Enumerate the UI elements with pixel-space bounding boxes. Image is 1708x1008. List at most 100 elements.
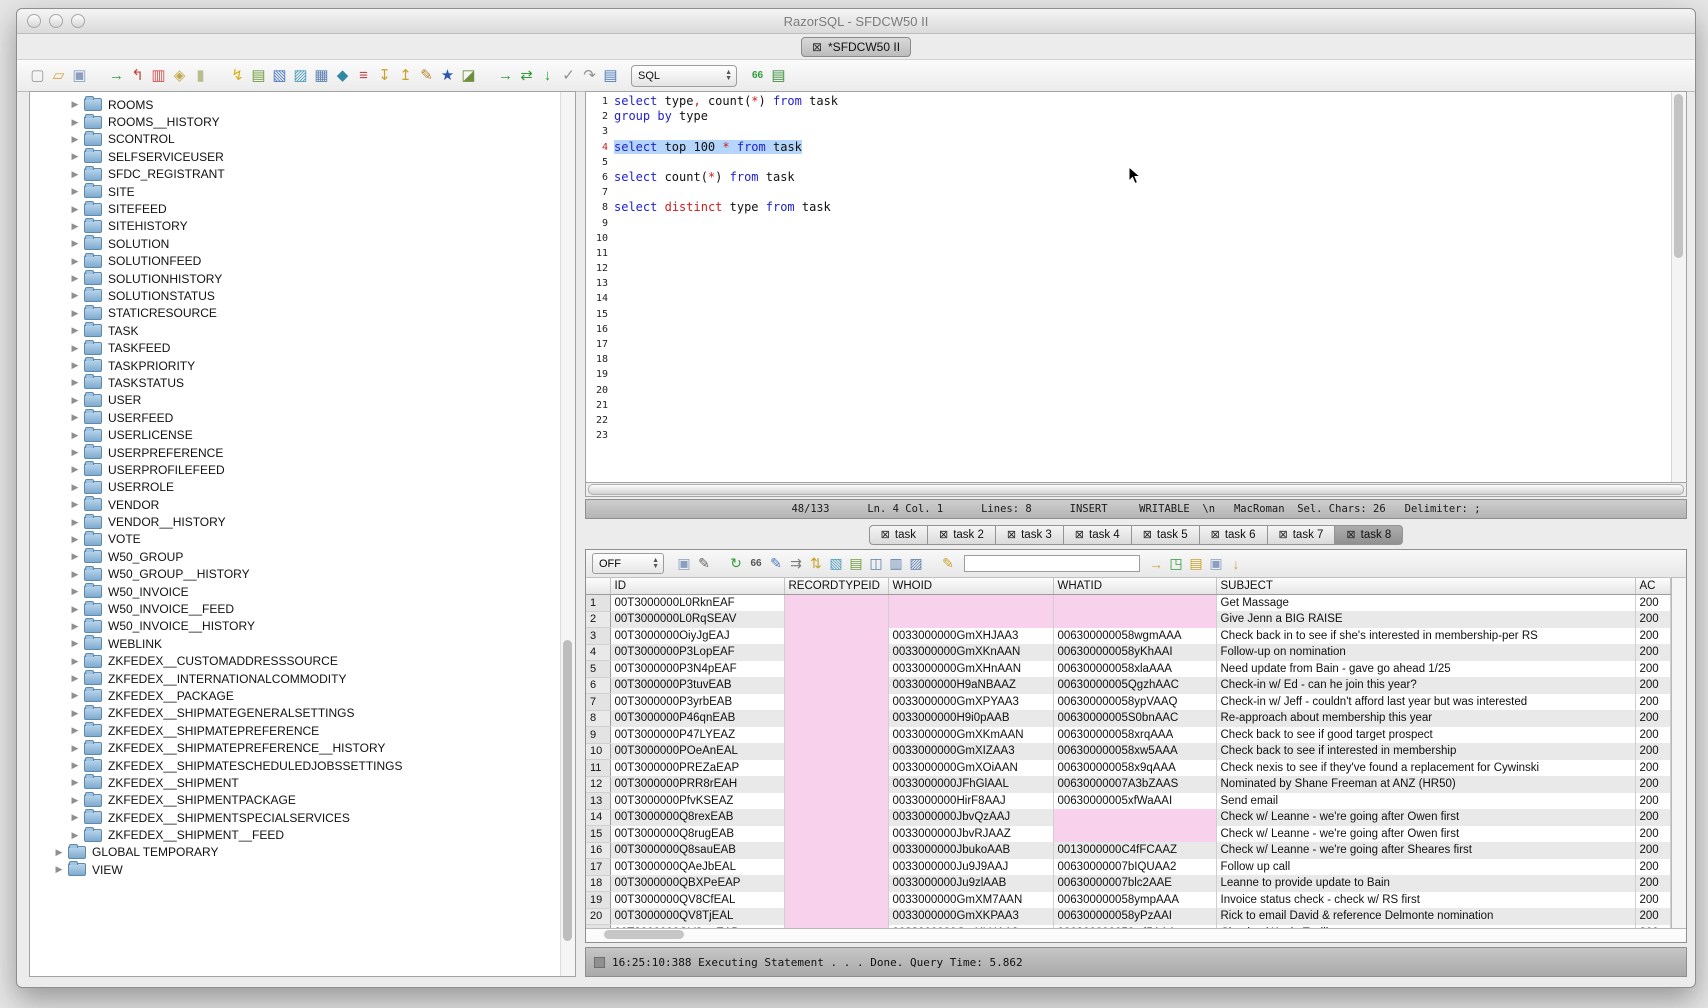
table-cell[interactable]: Re-approach about membership this year (1216, 710, 1635, 727)
tree-item-sitehistory[interactable]: ▶SITEHISTORY (30, 218, 575, 235)
refresh-results-icon[interactable]: ↻ (726, 554, 746, 574)
tree-item-vote[interactable]: ▶VOTE (30, 531, 575, 548)
save-results-icon[interactable]: ▣ (674, 554, 694, 574)
table-cell[interactable] (784, 859, 888, 876)
table-cell[interactable]: 00T3000000QAeJbEAL (610, 859, 784, 876)
editor-line[interactable]: 11 (586, 246, 1671, 261)
export-icon[interactable]: ↧ (374, 65, 395, 86)
table-row[interactable]: 2000T3000000QV8TjEAL0033000000GmXKPAA300… (586, 908, 1671, 925)
disclosure-triangle-icon[interactable]: ▶ (68, 308, 82, 319)
minimize-window-button[interactable] (49, 14, 63, 28)
table-row[interactable]: 100T3000000L0RknEAFGet Massage200 (586, 595, 1671, 612)
editor-line[interactable]: 18 (586, 352, 1671, 367)
disclosure-triangle-icon[interactable]: ▶ (68, 430, 82, 441)
statement-mode-select[interactable]: SQL ▲▼ (631, 65, 737, 87)
go-forward-icon[interactable]: → (495, 65, 516, 86)
disclosure-triangle-icon[interactable]: ▶ (68, 795, 82, 806)
tree-item-userrole[interactable]: ▶USERROLE (30, 479, 575, 496)
table-cell[interactable] (784, 760, 888, 777)
table-row[interactable]: 1600T3000000Q8sauEAB0033000000JbukoAAB00… (586, 842, 1671, 859)
table-row[interactable]: 1200T3000000PRR8rEAH0033000000JFhGlAAL00… (586, 776, 1671, 793)
editor-line[interactable]: 15 (586, 307, 1671, 322)
table-cell[interactable] (888, 595, 1053, 612)
table-cell[interactable]: 200 (1635, 892, 1671, 909)
table-cell[interactable]: 0033000000GmXPYAA3 (888, 694, 1053, 711)
document-icon[interactable]: ▤ (600, 65, 621, 86)
editor-line[interactable]: 19 (586, 367, 1671, 382)
table-cell[interactable]: 00630000007bIQUAA2 (1053, 859, 1216, 876)
disclosure-triangle-icon[interactable]: ▶ (52, 864, 66, 875)
table-cell[interactable]: Check back to see if good target prospec… (1216, 727, 1635, 744)
table-cell[interactable]: 0033000000GmXOiAAN (888, 760, 1053, 777)
table-cell[interactable]: 006300000058x9qAAA (1053, 760, 1216, 777)
disclosure-triangle-icon[interactable]: ▶ (68, 743, 82, 754)
table-cell[interactable]: 0033000000JbvQzAAJ (888, 809, 1053, 826)
table-cell[interactable]: 006300000058yPzAAI (1053, 908, 1216, 925)
book-icon[interactable]: ◆ (332, 65, 353, 86)
table-cell[interactable] (784, 677, 888, 694)
table-cell[interactable]: 0033000000JbvRJAAZ (888, 826, 1053, 843)
table-row[interactable]: 1100T3000000PREZaEAP0033000000GmXOiAAN00… (586, 760, 1671, 777)
result-tab-task-2[interactable]: ⊠task 2 (927, 525, 995, 545)
sql-editor[interactable]: 1select type, count(*) from task2group b… (585, 91, 1687, 483)
tree-item-vendor-history[interactable]: ▶VENDOR__HISTORY (30, 513, 575, 530)
go-down-icon[interactable]: ↓ (537, 65, 558, 86)
table-cell[interactable]: Check w/ Leanne - we're going after Shea… (1216, 842, 1635, 859)
tree-item-view[interactable]: ▶VIEW (30, 861, 575, 878)
table-cell[interactable]: Give Jenn a BIG RAISE (1216, 611, 1635, 628)
disclosure-triangle-icon[interactable]: ▶ (68, 151, 82, 162)
editor-line[interactable]: 21 (586, 398, 1671, 413)
tree-scrollbar[interactable] (560, 92, 575, 976)
disclosure-triangle-icon[interactable]: ▶ (68, 412, 82, 423)
close-tab-icon[interactable]: ⊠ (812, 40, 822, 54)
table-cell[interactable]: 200 (1635, 644, 1671, 661)
tree-item-zkfedex-shipmatescheduledjobssettings[interactable]: ▶ZKFEDEX__SHIPMATESCHEDULEDJOBSSETTINGS (30, 757, 575, 774)
table-cell[interactable]: Need update from Bain - gave go ahead 1/… (1216, 661, 1635, 678)
table-row[interactable]: 700T3000000P3yrbEAB0033000000GmXPYAA3006… (586, 694, 1671, 711)
tree-item-vendor[interactable]: ▶VENDOR (30, 496, 575, 513)
editor-line[interactable]: 9 (586, 216, 1671, 231)
column-header-whoid[interactable]: WHOID (888, 578, 1053, 595)
result-tab-task[interactable]: ⊠task (869, 525, 927, 545)
table-row[interactable]: 600T3000000P3tuvEAB0033000000H9aNBAAZ006… (586, 677, 1671, 694)
table-cell[interactable] (784, 694, 888, 711)
tree-item-w50-invoice-history[interactable]: ▶W50_INVOICE__HISTORY (30, 618, 575, 635)
editor-line[interactable]: 2group by type (586, 109, 1671, 124)
disclosure-triangle-icon[interactable]: ▶ (68, 238, 82, 249)
disclosure-triangle-icon[interactable]: ▶ (68, 586, 82, 597)
editor-hscrollbar-thumb[interactable] (588, 484, 1684, 495)
edit-cell-icon[interactable]: ✎ (766, 554, 786, 574)
table-cell[interactable]: 00T3000000QV8TjEAL (610, 908, 784, 925)
disclosure-triangle-icon[interactable]: ▶ (68, 273, 82, 284)
editor-line[interactable]: 23 (586, 428, 1671, 443)
tree-item-taskfeed[interactable]: ▶TASKFEED (30, 339, 575, 356)
table-cell[interactable]: 200 (1635, 677, 1671, 694)
table-cell[interactable]: Check back to see if interested in membe… (1216, 743, 1635, 760)
editor-line[interactable]: 20 (586, 383, 1671, 398)
disclosure-triangle-icon[interactable]: ▶ (68, 604, 82, 615)
table-cell[interactable]: 200 (1635, 859, 1671, 876)
tree-item-zkfedex-internationalcommodity[interactable]: ▶ZKFEDEX__INTERNATIONALCOMMODITY (30, 670, 575, 687)
refresh-objects-icon[interactable]: ▨ (290, 65, 311, 86)
save-grid-icon[interactable]: ▣ (1206, 554, 1226, 574)
table-cell[interactable]: Leanne to provide update to Bain (1216, 875, 1635, 892)
table-cell[interactable]: 00T3000000P3N4pEAF (610, 661, 784, 678)
select-columns-icon[interactable]: ▤ (846, 554, 866, 574)
editor-line[interactable]: 3 (586, 124, 1671, 139)
copy-table-icon[interactable]: ▨ (906, 554, 926, 574)
table-cell[interactable]: Invoice status check - check w/ RS first (1216, 892, 1635, 909)
table-cell[interactable] (784, 710, 888, 727)
table-cell[interactable]: 0033000000Ju9J9AAJ (888, 859, 1053, 876)
table-cell[interactable]: Send email (1216, 793, 1635, 810)
tree-item-w50-invoice-feed[interactable]: ▶W50_INVOICE__FEED (30, 600, 575, 617)
table-cell[interactable]: 0033000000HirF8AAJ (888, 793, 1053, 810)
table-cell[interactable] (784, 628, 888, 645)
result-tab-task-3[interactable]: ⊠task 3 (995, 525, 1063, 545)
favorites-icon[interactable]: ★ (437, 65, 458, 86)
sort-rows-icon[interactable]: ⇅ (806, 554, 826, 574)
disclosure-triangle-icon[interactable]: ▶ (68, 569, 82, 580)
redo-icon[interactable]: ↷ (579, 65, 600, 86)
find-next-icon[interactable]: 66 (747, 65, 768, 86)
disclosure-triangle-icon[interactable]: ▶ (68, 482, 82, 493)
tree-item-w50-invoice[interactable]: ▶W50_INVOICE (30, 583, 575, 600)
